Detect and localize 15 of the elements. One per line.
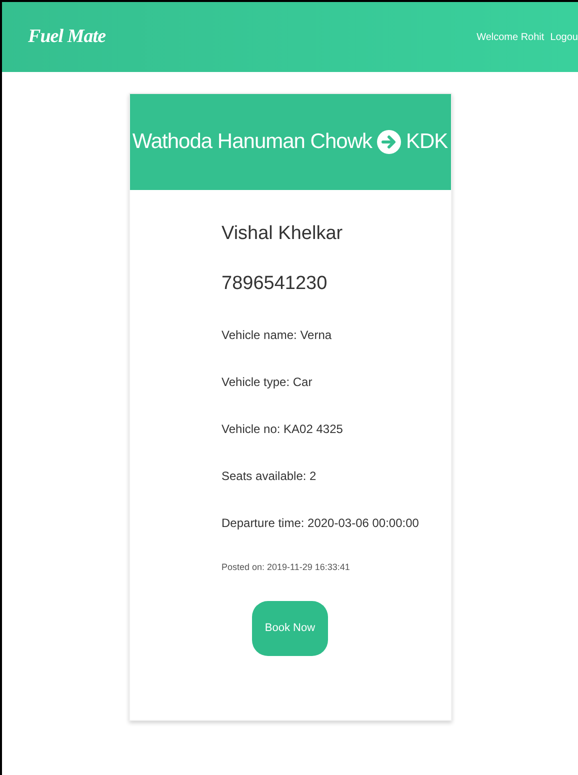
ride-detail: Departure time: 2020-03-06 00:00:00 bbox=[222, 515, 420, 532]
logo[interactable]: Fuel Mate bbox=[28, 22, 106, 52]
book-now-button[interactable]: Book Now bbox=[252, 601, 328, 656]
arrow-right-icon bbox=[377, 130, 401, 154]
welcome-text: Welcome Rohit bbox=[476, 30, 544, 44]
ride-detail: Vehicle type: Car bbox=[222, 374, 314, 391]
route-origin: Wathoda Hanuman Chowk bbox=[132, 129, 372, 156]
ride-detail: Vehicle name: Verna bbox=[222, 327, 333, 344]
logout-link[interactable]: Logou bbox=[550, 30, 578, 44]
ride-detail: Vehicle no: KA02 4325 bbox=[222, 421, 344, 438]
posted-date: Posted on: 2019-11-29 16:33:41 bbox=[222, 561, 351, 574]
phone-number: 7896541230 bbox=[222, 272, 328, 296]
ride-detail: Seats available: 2 bbox=[222, 468, 318, 485]
driver-name: Vishal Khelkar bbox=[222, 222, 344, 246]
route-destination: KDK bbox=[406, 129, 448, 156]
